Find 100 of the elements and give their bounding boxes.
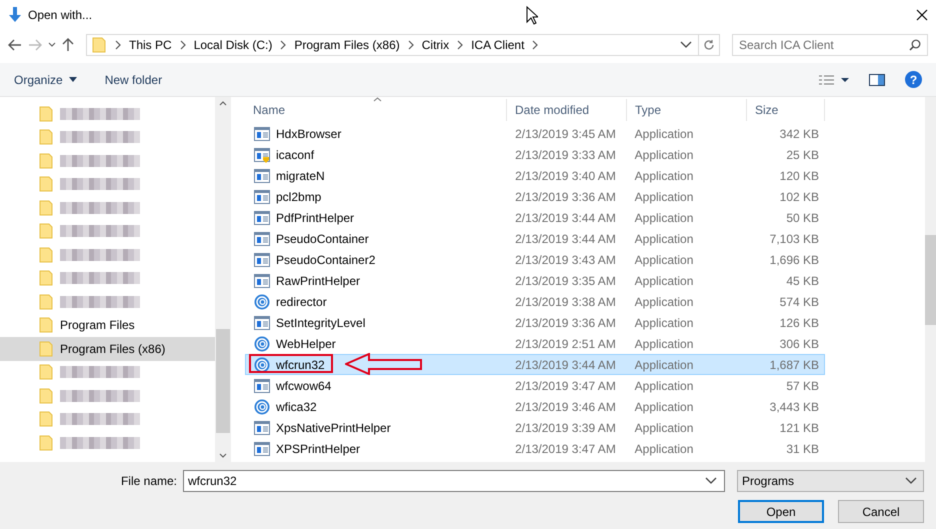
swirl-icon <box>254 398 270 414</box>
file-row[interactable]: PdfPrintHelper 2/13/2019 3:44 AM Application 50 KB <box>245 207 825 228</box>
date-cell-text: 2/13/2019 3:35 AM <box>514 274 617 288</box>
breadcrumb[interactable]: ICA Client <box>471 38 524 52</box>
back-arrow-icon[interactable] <box>8 39 22 51</box>
application-icon <box>254 378 270 392</box>
size-cell-text: 1,696 KB <box>768 252 820 266</box>
file-row[interactable]: pcl2bmp 2/13/2019 3:36 AM Application 102 KB <box>245 186 825 207</box>
open-button[interactable]: Open <box>738 500 824 523</box>
chevron-icon <box>406 40 416 50</box>
file-name: SetIntegrityLevel <box>276 316 366 330</box>
type-cell-text: Application <box>634 274 694 288</box>
application-icon <box>254 190 270 204</box>
recent-caret-icon[interactable] <box>48 42 56 48</box>
file-row[interactable]: HdxBrowser 2/13/2019 3:45 AM Application 342 KB <box>245 123 825 144</box>
address-bar[interactable]: This PC Local Disk (C:) Program Files (x86) Citrix ICA Client <box>86 34 720 56</box>
folder-icon <box>38 388 54 404</box>
file-name: WebHelper <box>276 336 336 350</box>
type-cell-text: Application <box>634 378 694 392</box>
organize-button[interactable]: Organize <box>14 72 77 86</box>
folder-icon <box>91 37 107 53</box>
breadcrumb[interactable]: This PC <box>129 38 172 52</box>
sidebar-item[interactable]: Program Files <box>0 314 215 337</box>
file-row[interactable]: migrateN 2/13/2019 3:40 AM Application 120 KB <box>245 165 825 186</box>
file-row[interactable]: wfcrun32 2/13/2019 3:44 AM Application 1,687 KB <box>245 354 825 375</box>
preview-pane-icon[interactable] <box>869 74 885 86</box>
chevron-icon <box>455 40 466 50</box>
file-name-field[interactable]: wfcrun32 <box>183 470 725 492</box>
scroll-down-icon[interactable] <box>219 453 227 458</box>
file-row[interactable]: redirector 2/13/2019 3:38 AM Application 574 KB <box>245 291 825 312</box>
application-icon <box>254 146 270 162</box>
folder-icon <box>38 106 54 122</box>
scrollbar-thumb[interactable] <box>925 234 936 324</box>
file-row[interactable]: XpsNativePrintHelper 2/13/2019 3:39 AM Application 121 KB <box>245 417 825 438</box>
view-options-icon[interactable] <box>819 74 849 84</box>
file-name-label: File name: <box>120 474 177 488</box>
file-row[interactable]: WebHelper 2/13/2019 2:51 AM Application 306 KB <box>245 333 825 354</box>
up-arrow-icon[interactable] <box>62 38 74 52</box>
folder-icon <box>38 223 54 240</box>
date-cell-text: 2/13/2019 3:44 AM <box>514 232 617 246</box>
size-cell-text: 25 KB <box>785 148 820 162</box>
file-row[interactable]: PseudoContainer 2/13/2019 3:44 AM Application 7,103 KB <box>245 228 825 249</box>
date-cell-text: 2/13/2019 3:33 AM <box>514 148 617 162</box>
folder-icon <box>38 294 54 310</box>
type-cell-text: Application <box>634 190 694 204</box>
file-name: PdfPrintHelper <box>276 210 354 224</box>
file-row[interactable]: RawPrintHelper 2/13/2019 3:35 AM Application 45 KB <box>245 270 825 291</box>
file-row[interactable]: XPSPrintHelper 2/13/2019 3:47 AM Application 31 KB <box>245 438 825 459</box>
chevron-icon <box>113 40 123 50</box>
mouse-cursor-icon <box>526 6 538 25</box>
size-cell-text: 57 KB <box>785 378 820 392</box>
column-header[interactable]: Date modified <box>507 99 627 121</box>
file-name: pcl2bmp <box>276 190 322 204</box>
file-row[interactable]: PseudoContainer2 2/13/2019 3:43 AM Application 1,696 KB <box>245 249 825 270</box>
dropdown-caret-icon[interactable] <box>905 477 917 485</box>
scroll-up-icon[interactable] <box>219 101 227 106</box>
scrollbar-thumb[interactable] <box>216 329 230 433</box>
close-icon[interactable] <box>916 9 928 21</box>
download-arrow-icon <box>8 7 22 23</box>
chevron-icon <box>530 40 540 50</box>
help-button[interactable]: ? <box>905 71 922 88</box>
file-row[interactable]: SetIntegrityLevel 2/13/2019 3:36 AM Application 126 KB <box>245 312 825 333</box>
breadcrumb[interactable]: Local Disk (C:) <box>194 38 272 52</box>
folder-icon <box>38 246 54 263</box>
application-icon <box>254 252 270 266</box>
folder-icon <box>38 129 54 146</box>
size-cell-text: 31 KB <box>785 442 820 456</box>
file-type-dropdown[interactable]: Programs <box>737 470 924 492</box>
search-field[interactable]: Search ICA Client <box>732 34 928 56</box>
type-cell-text: Application <box>634 210 694 224</box>
column-header[interactable]: Name <box>245 99 507 121</box>
folder-icon <box>38 200 54 216</box>
refresh-icon[interactable] <box>703 39 715 51</box>
date-cell-text: 2/13/2019 3:39 AM <box>514 420 617 434</box>
cancel-button[interactable]: Cancel <box>838 500 924 523</box>
file-row[interactable]: icaconf 2/13/2019 3:33 AM Application 25 KB <box>245 144 825 165</box>
column-header[interactable]: Size <box>747 99 825 121</box>
file-name: icaconf <box>276 148 314 162</box>
file-name: PseudoContainer <box>276 232 369 246</box>
date-cell-text: 2/13/2019 3:40 AM <box>514 168 617 182</box>
file-name: XPSPrintHelper <box>276 442 360 456</box>
folder-icon <box>38 176 54 192</box>
column-header[interactable]: Type <box>627 99 747 121</box>
file-row[interactable]: wfica32 2/13/2019 3:46 AM Application 3,443 KB <box>245 396 825 417</box>
file-row[interactable]: wfcwow64 2/13/2019 3:47 AM Application 57 KB <box>245 375 825 396</box>
dropdown-caret-icon[interactable] <box>705 477 717 485</box>
breadcrumb[interactable]: Program Files (x86) <box>294 38 400 52</box>
application-icon <box>254 232 270 246</box>
date-cell-text: 2/13/2019 3:47 AM <box>514 442 617 456</box>
folder-icon <box>38 411 54 428</box>
new-folder-button[interactable]: New folder <box>104 72 162 86</box>
type-cell-text: Application <box>634 294 694 308</box>
swirl-icon <box>254 294 270 310</box>
folder-icon <box>38 340 54 357</box>
size-cell-text: 126 KB <box>778 316 820 330</box>
sidebar-item[interactable]: Program Files (x86) <box>0 337 215 360</box>
type-cell-text: Application <box>634 148 694 162</box>
breadcrumb[interactable]: Citrix <box>422 38 450 52</box>
application-icon <box>254 126 270 140</box>
dropdown-caret-icon[interactable] <box>680 41 692 49</box>
